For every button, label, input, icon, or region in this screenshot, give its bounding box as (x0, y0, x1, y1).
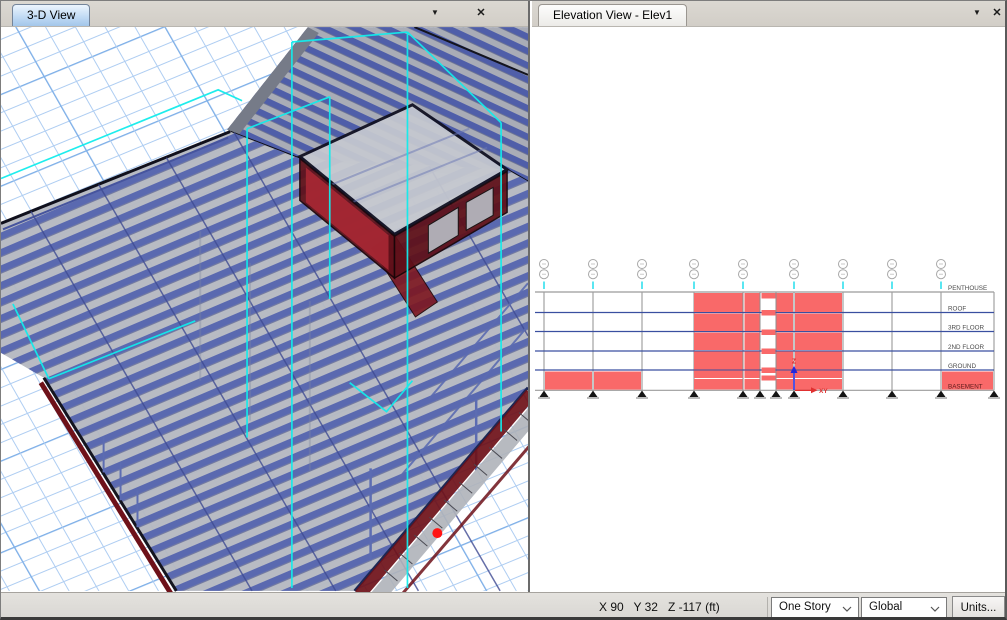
close-icon[interactable]: ✕ (473, 5, 489, 21)
story-label: GROUND (948, 363, 976, 370)
tab-elevation-view-label: Elevation View - Elev1 (553, 8, 672, 22)
shear-wall[interactable] (694, 333, 743, 351)
z-axis-label: Z (792, 359, 797, 366)
elevation-view-canvas[interactable]: PENTHOUSE ROOF 3RD FLOOR 2ND FLOOR GROUN… (532, 26, 1006, 592)
shear-wall[interactable] (777, 333, 794, 351)
pin-support (790, 391, 799, 398)
3d-view-tabbar: 3-D View ▼ ✕ (1, 1, 528, 27)
3d-model-drawing (1, 26, 528, 592)
pin-support (540, 391, 549, 398)
shear-wall[interactable] (745, 371, 760, 379)
pin-support (756, 391, 765, 398)
shear-wall[interactable] (694, 314, 743, 332)
elevation-drawing: PENTHOUSE ROOF 3RD FLOOR 2ND FLOOR GROUN… (532, 26, 1006, 592)
story-label: BASEMENT (948, 383, 983, 390)
pin-support (839, 391, 848, 398)
coord-system-value: Global (869, 601, 902, 613)
tab-elevation-view[interactable]: Elevation View - Elev1 (538, 4, 687, 26)
close-icon[interactable]: ✕ (989, 5, 1005, 21)
pin-support (589, 391, 598, 398)
chevron-down-icon (842, 606, 852, 612)
basement-wall[interactable] (594, 372, 641, 390)
story-label: 3RD FLOOR (948, 325, 984, 332)
pin-support (772, 391, 781, 398)
shear-wall[interactable] (694, 371, 743, 379)
story-label: PENTHOUSE (948, 285, 987, 292)
shear-wall[interactable] (795, 333, 842, 351)
shear-wall[interactable] (745, 379, 760, 390)
spandrel-beam[interactable] (762, 349, 776, 355)
coord-system-dropdown[interactable]: Global (861, 597, 947, 618)
pin-support (739, 391, 748, 398)
spandrel-beam[interactable] (762, 330, 776, 336)
window-menu-icon[interactable]: ▼ (969, 5, 985, 21)
story-label: 2ND FLOOR (948, 344, 984, 351)
statusbar-divider (767, 597, 768, 618)
pin-support (990, 391, 999, 398)
spandrel-beam[interactable] (762, 376, 776, 381)
xy-axis-label: XY (819, 388, 828, 395)
shear-wall[interactable] (795, 371, 842, 379)
tab-3d-view-label: 3-D View (27, 8, 75, 22)
panel-elevation-view: PENTHOUSE ROOF 3RD FLOOR 2ND FLOOR GROUN… (532, 1, 1007, 592)
basement-wall[interactable] (545, 372, 592, 390)
pin-support (937, 391, 946, 398)
selected-node-dot[interactable] (432, 528, 442, 538)
shear-wall[interactable] (694, 379, 743, 390)
spandrel-beam[interactable] (762, 293, 776, 299)
spandrel-beam[interactable] (762, 310, 776, 316)
shear-wall[interactable] (777, 352, 794, 370)
shear-wall[interactable] (745, 293, 760, 312)
pin-support (888, 391, 897, 398)
shear-wall[interactable] (745, 314, 760, 332)
shear-wall[interactable] (745, 352, 760, 370)
shear-wall[interactable] (694, 293, 743, 312)
units-button[interactable]: Units... (952, 596, 1005, 619)
tab-3d-view[interactable]: 3-D View (12, 4, 90, 26)
story-mode-value: One Story (779, 601, 831, 613)
story-label: ROOF (948, 306, 966, 313)
app-window: 3-D View ▼ ✕ PENTHOUSE ROOF 3RD FLOOR 2N… (0, 0, 1007, 620)
shear-wall[interactable] (795, 314, 842, 332)
window-menu-icon[interactable]: ▼ (427, 5, 443, 21)
panel-3d-view: 3-D View ▼ ✕ (1, 1, 530, 592)
3d-view-canvas[interactable] (1, 26, 528, 592)
shear-wall[interactable] (777, 293, 794, 312)
pin-support (690, 391, 699, 398)
shear-wall[interactable] (777, 314, 794, 332)
cursor-coordinates: X 90 Y 32 Z -117 (ft) (599, 600, 720, 614)
shear-wall[interactable] (745, 333, 760, 351)
elevation-tabbar: Elevation View - Elev1 ▼ ✕ (532, 1, 1006, 27)
shear-wall[interactable] (777, 379, 794, 390)
story-mode-dropdown[interactable]: One Story (771, 597, 859, 618)
status-bar: X 90 Y 32 Z -117 (ft) One Story Global U… (1, 592, 1007, 620)
spandrel-beam[interactable] (762, 368, 776, 374)
pin-support (638, 391, 647, 398)
chevron-down-icon (930, 606, 940, 612)
shear-wall[interactable] (694, 352, 743, 370)
shear-wall[interactable] (795, 352, 842, 370)
shear-wall[interactable] (795, 293, 842, 312)
shear-wall[interactable] (777, 371, 794, 379)
